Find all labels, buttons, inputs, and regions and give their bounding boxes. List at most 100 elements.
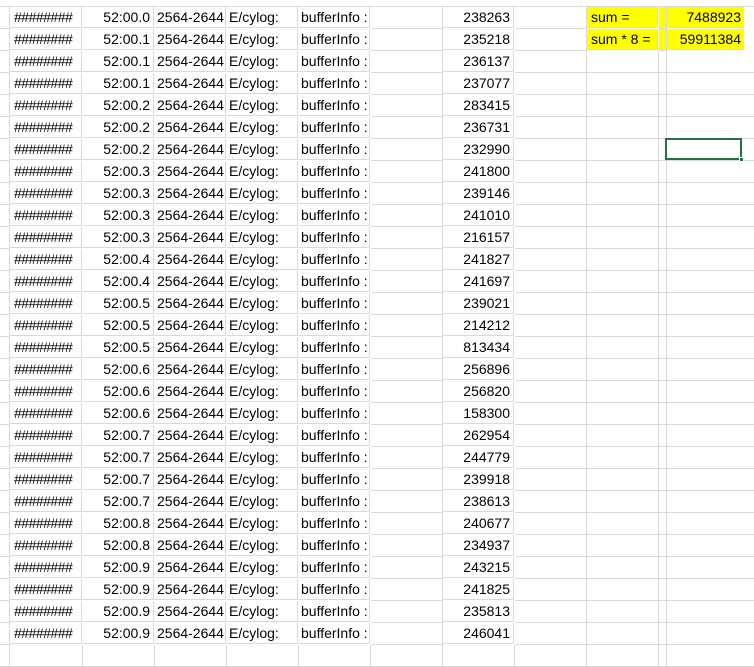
label-cell[interactable]: bufferInfo : — [299, 51, 370, 72]
cell-0[interactable] — [0, 139, 10, 161]
cell-8[interactable] — [515, 271, 587, 293]
cell-11[interactable] — [667, 73, 754, 95]
time-cell[interactable]: 52:00.7 — [83, 425, 154, 446]
cell-8[interactable] — [515, 249, 587, 271]
cell-8[interactable] — [515, 7, 587, 29]
cell-6[interactable] — [371, 249, 443, 271]
fill-handle[interactable] — [739, 157, 744, 162]
date-cell[interactable]: ######## — [10, 183, 82, 204]
pid-cell[interactable]: 2564-2644 — [155, 403, 226, 424]
cell-8[interactable] — [515, 117, 587, 139]
pid-cell[interactable]: 2564-2644 — [155, 535, 226, 556]
cell-8[interactable] — [515, 315, 587, 337]
tag-cell[interactable]: E/cylog: — [227, 139, 298, 160]
cell-9[interactable] — [587, 579, 659, 601]
time-cell[interactable]: 52:00.7 — [83, 447, 154, 468]
time-cell[interactable]: 52:00.7 — [83, 469, 154, 490]
cell-10[interactable] — [659, 73, 667, 95]
date-cell[interactable]: ######## — [10, 381, 82, 402]
cell-0[interactable] — [0, 315, 10, 337]
cell-8[interactable] — [515, 95, 587, 117]
value-cell[interactable]: 235218 — [443, 29, 514, 50]
pid-cell[interactable]: 2564-2644 — [155, 293, 226, 314]
cell-10[interactable] — [659, 513, 667, 535]
cell-8[interactable] — [515, 73, 587, 95]
date-cell[interactable]: ######## — [10, 315, 82, 336]
cell-0[interactable] — [0, 293, 10, 315]
cell-10[interactable] — [659, 249, 667, 271]
cell-10[interactable] — [659, 403, 667, 425]
cell-10[interactable] — [659, 29, 667, 51]
cell-9[interactable] — [587, 249, 659, 271]
cell-0[interactable] — [0, 249, 10, 271]
cell-9[interactable] — [587, 513, 659, 535]
cell-11[interactable] — [667, 271, 754, 293]
pid-cell[interactable]: 2564-2644 — [155, 469, 226, 490]
value-cell[interactable]: 158300 — [443, 403, 514, 424]
label-cell[interactable]: bufferInfo : — [299, 7, 370, 28]
label-cell[interactable]: bufferInfo : — [299, 601, 370, 622]
date-cell[interactable]: ######## — [10, 447, 82, 468]
value-cell[interactable]: 283415 — [443, 95, 514, 116]
tag-cell[interactable]: E/cylog: — [227, 601, 298, 622]
time-cell[interactable]: 52:00.5 — [83, 337, 154, 358]
cell-8[interactable] — [515, 293, 587, 315]
cell-0[interactable] — [0, 359, 10, 381]
date-cell[interactable]: ######## — [10, 403, 82, 424]
time-cell[interactable]: 52:00.1 — [83, 51, 154, 72]
date-cell[interactable]: ######## — [10, 139, 82, 160]
tag-cell[interactable]: E/cylog: — [227, 249, 298, 270]
cell-6[interactable] — [371, 337, 443, 359]
cell-0[interactable] — [0, 535, 10, 557]
cell-10[interactable] — [659, 381, 667, 403]
cell-3[interactable] — [155, 645, 227, 667]
cell-0[interactable] — [0, 403, 10, 425]
value-cell[interactable]: 237077 — [443, 73, 514, 94]
cell-10[interactable] — [659, 447, 667, 469]
cell-11[interactable] — [667, 403, 754, 425]
date-cell[interactable]: ######## — [10, 161, 82, 182]
cell-11[interactable] — [667, 315, 754, 337]
cell-6[interactable] — [371, 381, 443, 403]
label-cell[interactable]: bufferInfo : — [299, 73, 370, 94]
cell-11[interactable] — [667, 293, 754, 315]
cell-9[interactable] — [587, 95, 659, 117]
date-cell[interactable]: ######## — [10, 73, 82, 94]
cell-6[interactable] — [371, 271, 443, 293]
date-cell[interactable]: ######## — [10, 95, 82, 116]
time-cell[interactable]: 52:00.7 — [83, 491, 154, 512]
cell-0[interactable] — [0, 183, 10, 205]
cell-11[interactable] — [667, 337, 754, 359]
time-cell[interactable]: 52:00.9 — [83, 601, 154, 622]
cell-6[interactable] — [371, 73, 443, 95]
pid-cell[interactable]: 2564-2644 — [155, 601, 226, 622]
date-cell[interactable]: ######## — [10, 51, 82, 72]
pid-cell[interactable]: 2564-2644 — [155, 381, 226, 402]
tag-cell[interactable]: E/cylog: — [227, 293, 298, 314]
pid-cell[interactable]: 2564-2644 — [155, 161, 226, 182]
tag-cell[interactable]: E/cylog: — [227, 425, 298, 446]
tag-cell[interactable]: E/cylog: — [227, 51, 298, 72]
time-cell[interactable]: 52:00.2 — [83, 139, 154, 160]
tag-cell[interactable]: E/cylog: — [227, 513, 298, 534]
pid-cell[interactable]: 2564-2644 — [155, 447, 226, 468]
cell-6[interactable] — [371, 95, 443, 117]
cell-0[interactable] — [0, 227, 10, 249]
tag-cell[interactable]: E/cylog: — [227, 29, 298, 50]
cell-10[interactable] — [659, 535, 667, 557]
tag-cell[interactable]: E/cylog: — [227, 447, 298, 468]
cell-0[interactable] — [0, 645, 10, 667]
cell-9[interactable] — [587, 645, 659, 667]
cell-6[interactable] — [371, 315, 443, 337]
cell-11[interactable] — [667, 491, 754, 513]
time-cell[interactable]: 52:00.8 — [83, 513, 154, 534]
time-cell[interactable]: 52:00.1 — [83, 29, 154, 50]
cell-10[interactable] — [659, 161, 667, 183]
value-cell[interactable]: 256896 — [443, 359, 514, 380]
cell-10[interactable] — [659, 139, 667, 161]
cell-8[interactable] — [515, 535, 587, 557]
tag-cell[interactable]: E/cylog: — [227, 535, 298, 556]
cell-8[interactable] — [515, 645, 587, 667]
tag-cell[interactable]: E/cylog: — [227, 491, 298, 512]
cell-6[interactable] — [371, 51, 443, 73]
